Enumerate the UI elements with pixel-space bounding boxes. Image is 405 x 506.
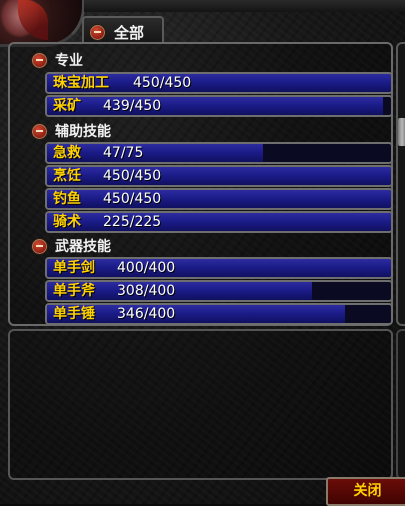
category-label: 辅助技能 [55, 124, 111, 140]
skill-bar-fishing[interactable]: 钓鱼 450/450 [45, 188, 393, 210]
skill-bar-mining[interactable]: 采矿 439/450 [45, 95, 393, 117]
skill-value: 225/225 [103, 214, 162, 230]
skill-bar-one-handed-maces[interactable]: 单手锤 346/400 [45, 303, 393, 325]
skill-value: 400/400 [117, 260, 176, 276]
collapse-all-icon[interactable] [89, 24, 106, 41]
skill-bar-one-handed-axes[interactable]: 单手斧 308/400 [45, 280, 393, 302]
skill-name: 烹饪 [53, 168, 81, 184]
skill-value: 450/450 [103, 191, 162, 207]
skill-value: 450/450 [133, 75, 192, 91]
category-label: 武器技能 [55, 239, 111, 255]
skill-list-panel: 专业 珠宝加工 450/450 采矿 439/450 辅助技能 急救 47/75… [8, 42, 393, 326]
skill-value: 308/400 [117, 283, 176, 299]
skill-value: 450/450 [103, 168, 162, 184]
skill-name: 采矿 [53, 98, 81, 114]
collapse-icon[interactable] [31, 123, 48, 140]
skill-bar-cooking[interactable]: 烹饪 450/450 [45, 165, 393, 187]
skill-progress-fill [47, 97, 383, 115]
skill-name: 单手锤 [53, 306, 95, 322]
skill-name: 骑术 [53, 214, 81, 230]
skill-bar-riding[interactable]: 骑术 225/225 [45, 211, 393, 233]
title-bar [84, 0, 405, 12]
tab-all[interactable]: 全部 [82, 16, 164, 44]
skill-name: 单手斧 [53, 283, 95, 299]
skill-name: 珠宝加工 [53, 75, 109, 91]
skill-progress-fill [47, 167, 391, 185]
skill-bar-one-handed-swords[interactable]: 单手剑 400/400 [45, 257, 393, 279]
skill-value: 47/75 [103, 145, 144, 161]
skill-list-scrollbar[interactable] [396, 42, 405, 326]
skill-value: 439/450 [103, 98, 162, 114]
skill-progress-fill [47, 190, 391, 208]
scrollbar-thumb[interactable] [398, 118, 405, 146]
skill-name: 单手剑 [53, 260, 95, 276]
skill-progress-fill [47, 213, 391, 231]
skill-name: 急救 [53, 145, 81, 161]
category-label: 专业 [55, 53, 83, 69]
collapse-icon[interactable] [31, 238, 48, 255]
skill-detail-panel [8, 329, 393, 480]
skill-bar-jewelcrafting[interactable]: 珠宝加工 450/450 [45, 72, 393, 94]
tab-all-label: 全部 [114, 24, 145, 42]
skill-value: 346/400 [117, 306, 176, 322]
close-button[interactable]: 关闭 [326, 477, 405, 506]
skill-name: 钓鱼 [53, 191, 81, 207]
skill-progress-fill [47, 259, 391, 277]
collapse-icon[interactable] [31, 52, 48, 69]
skill-bar-first-aid[interactable]: 急救 47/75 [45, 142, 393, 164]
detail-scrollbar[interactable] [396, 329, 405, 480]
